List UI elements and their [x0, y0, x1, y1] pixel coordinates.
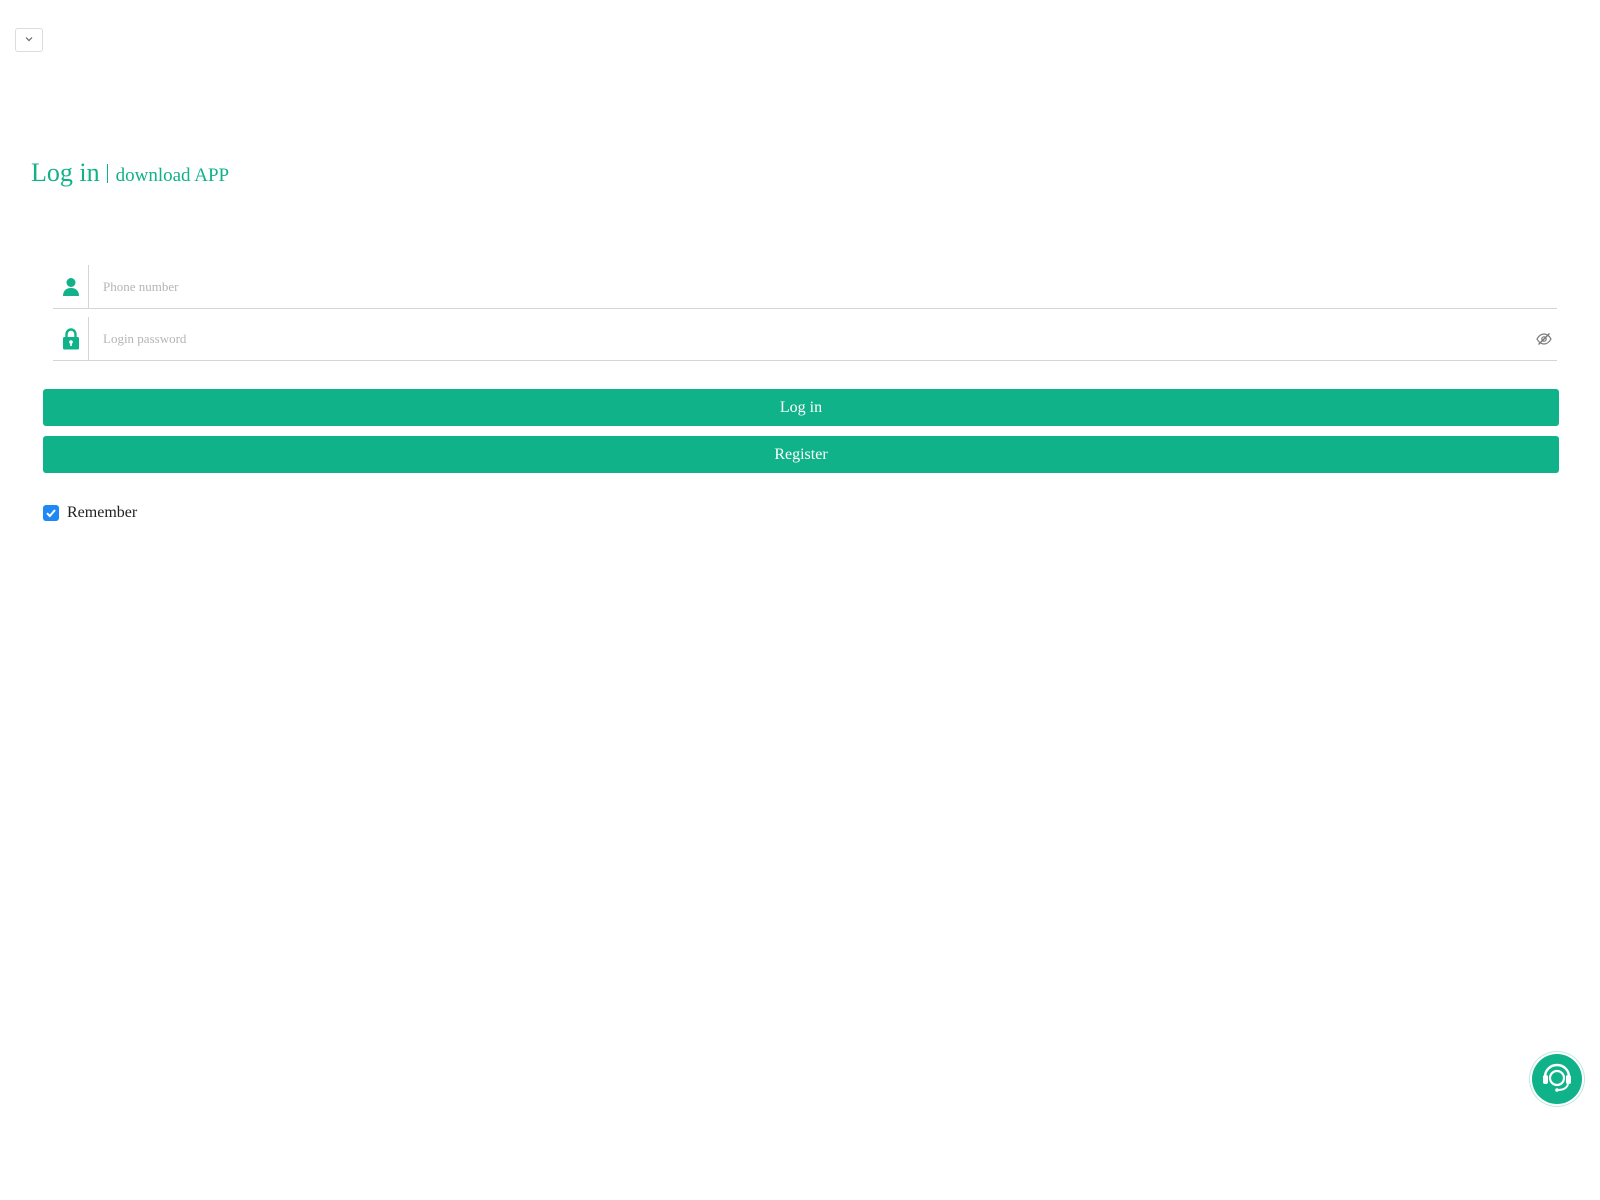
language-select[interactable] — [15, 28, 43, 52]
customer-service-button[interactable] — [1532, 1054, 1582, 1104]
register-button[interactable]: Register — [43, 436, 1559, 473]
password-input[interactable] — [89, 318, 1533, 359]
header-divider — [106, 164, 108, 183]
page-title: Log in — [31, 158, 100, 187]
login-page: Log in download APP Phone number Log in … — [0, 0, 1600, 1200]
download-app-link[interactable]: download APP — [116, 165, 230, 187]
password-field — [53, 317, 1557, 361]
phone-field — [53, 265, 1557, 309]
login-button[interactable]: Log in — [43, 389, 1559, 426]
eye-off-icon[interactable] — [1533, 328, 1555, 350]
customer-service-icon — [1540, 1060, 1574, 1099]
remember-label[interactable]: Remember — [67, 504, 137, 522]
phone-input[interactable] — [89, 266, 1557, 307]
remember-option: Remember — [43, 504, 137, 522]
page-header: Log in download APP — [31, 158, 229, 188]
chevron-down-icon — [24, 31, 34, 49]
checkmark-icon — [46, 509, 56, 518]
user-icon — [53, 265, 89, 308]
lock-icon — [53, 317, 89, 360]
remember-checkbox[interactable] — [43, 505, 59, 521]
